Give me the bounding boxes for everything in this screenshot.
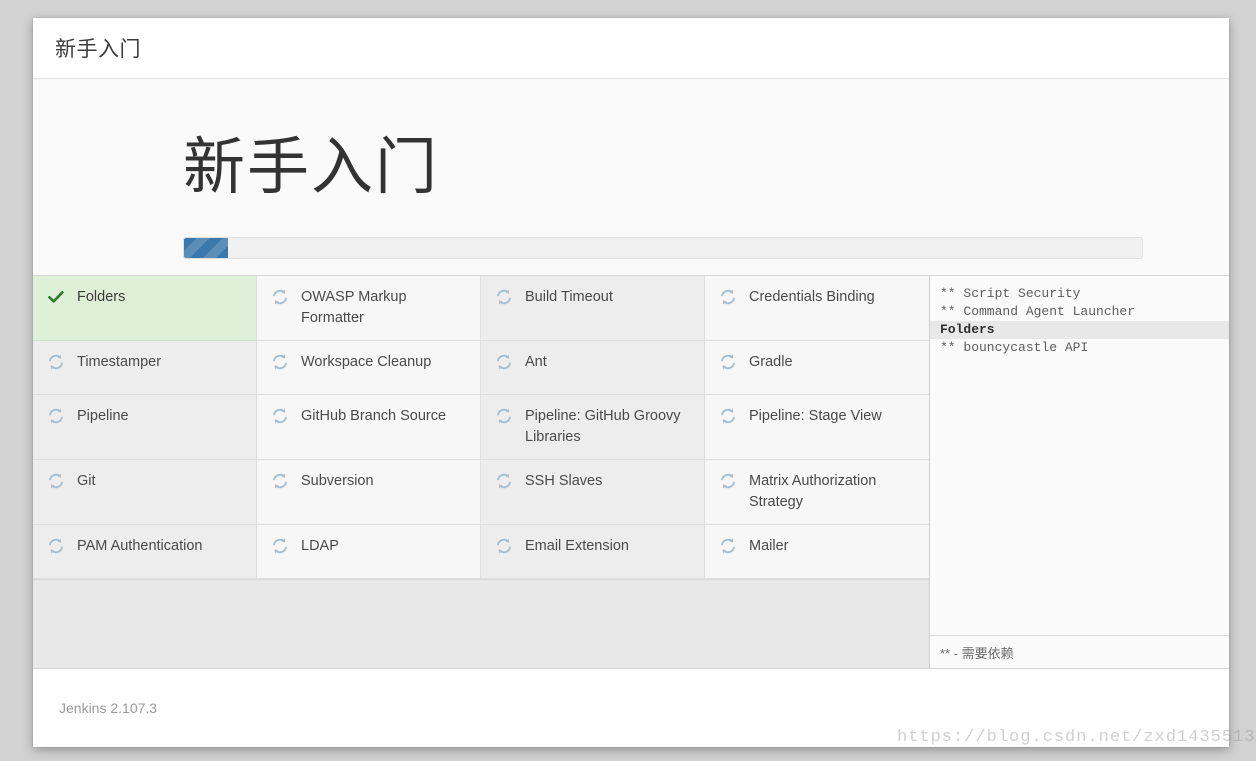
sync-icon xyxy=(719,353,737,371)
plugin-grid: Folders OWASP Markup Formatter Build Timeo… xyxy=(33,276,929,579)
jenkins-version-label: Jenkins 2.107.3 xyxy=(59,700,158,716)
sync-icon xyxy=(271,407,289,425)
plugin-cell: PAM Authentication xyxy=(33,525,257,579)
plugin-cell: Workspace Cleanup xyxy=(257,341,481,395)
plugin-name-label: OWASP Markup Formatter xyxy=(301,289,407,326)
plugin-name-label: Ant xyxy=(525,354,547,370)
sync-icon xyxy=(271,472,289,490)
install-progress-bar xyxy=(183,237,1143,259)
plugin-name-label: Pipeline: GitHub Groovy Libraries xyxy=(525,408,681,445)
plugin-status-panel: Folders OWASP Markup Formatter Build Timeo… xyxy=(33,276,930,668)
plugin-name-label: Gradle xyxy=(749,354,793,370)
plugin-name-label: LDAP xyxy=(301,538,339,554)
log-legend: ** - 需要依赖 xyxy=(930,635,1229,668)
install-log-list: ** Script Security ** Command Agent Launc… xyxy=(930,276,1229,635)
plugin-cell: Email Extension xyxy=(481,525,705,579)
plugin-name-label: GitHub Branch Source xyxy=(301,408,447,424)
plugin-name-label: Folders xyxy=(77,289,126,305)
sync-icon xyxy=(719,537,737,555)
sync-icon xyxy=(495,537,513,555)
sync-icon xyxy=(271,353,289,371)
plugin-cell: Pipeline xyxy=(33,395,257,460)
plugin-cell: Gradle xyxy=(705,341,929,395)
dialog-titlebar: 新手入门 xyxy=(33,18,1229,79)
dialog-footer: Jenkins 2.107.3 xyxy=(33,669,1229,747)
plugin-cell: Matrix Authorization Strategy xyxy=(705,460,929,525)
hero-heading: 新手入门 xyxy=(183,133,440,202)
log-line-current: Folders xyxy=(930,321,1229,339)
screen: 新手入门 新手入门 Folders OWASP Markup Formatter B… xyxy=(0,0,1256,761)
plugin-cell: Pipeline: GitHub Groovy Libraries xyxy=(481,395,705,460)
sync-icon xyxy=(719,472,737,490)
plugin-cell: LDAP xyxy=(257,525,481,579)
log-line: ** bouncycastle API xyxy=(940,340,1089,355)
plugin-cell: Ant xyxy=(481,341,705,395)
hero-section: 新手入门 xyxy=(33,79,1229,276)
page-title: 新手入门 xyxy=(55,38,141,61)
check-icon xyxy=(47,288,65,306)
plugin-cell: GitHub Branch Source xyxy=(257,395,481,460)
plugin-grid-filler xyxy=(33,579,929,668)
plugin-name-label: Pipeline xyxy=(77,408,129,424)
plugin-cell: SSH Slaves xyxy=(481,460,705,525)
install-progress-fill xyxy=(184,238,229,258)
log-line: ** Command Agent Launcher xyxy=(940,304,1136,319)
plugin-name-label: SSH Slaves xyxy=(525,473,603,489)
sync-icon xyxy=(47,353,65,371)
sync-icon xyxy=(719,288,737,306)
sync-icon xyxy=(495,407,513,425)
plugin-cell: Timestamper xyxy=(33,341,257,395)
log-line: ** Script Security xyxy=(940,286,1081,301)
plugin-name-label: Git xyxy=(77,473,96,489)
sync-icon xyxy=(47,537,65,555)
plugin-name-label: Email Extension xyxy=(525,538,629,554)
plugin-cell: Credentials Binding xyxy=(705,276,929,341)
plugin-cell: Folders xyxy=(33,276,257,341)
plugin-cell: Pipeline: Stage View xyxy=(705,395,929,460)
plugin-cell: Build Timeout xyxy=(481,276,705,341)
plugin-name-label: Mailer xyxy=(749,538,789,554)
install-body: Folders OWASP Markup Formatter Build Timeo… xyxy=(33,276,1229,669)
sync-icon xyxy=(495,288,513,306)
plugin-cell: Subversion xyxy=(257,460,481,525)
plugin-cell: Mailer xyxy=(705,525,929,579)
sync-icon xyxy=(47,407,65,425)
sync-icon xyxy=(271,288,289,306)
sync-icon xyxy=(271,537,289,555)
plugin-name-label: Timestamper xyxy=(77,354,162,370)
plugin-cell: Git xyxy=(33,460,257,525)
plugin-name-label: Credentials Binding xyxy=(749,289,875,305)
plugin-name-label: Matrix Authorization Strategy xyxy=(749,473,877,510)
plugin-name-label: Build Timeout xyxy=(525,289,613,305)
sync-icon xyxy=(495,353,513,371)
setup-wizard-dialog: 新手入门 新手入门 Folders OWASP Markup Formatter B… xyxy=(33,18,1229,747)
plugin-name-label: Workspace Cleanup xyxy=(301,354,432,370)
sync-icon xyxy=(47,472,65,490)
plugin-name-label: Subversion xyxy=(301,473,374,489)
install-log-panel: ** Script Security ** Command Agent Launc… xyxy=(930,276,1229,668)
plugin-name-label: Pipeline: Stage View xyxy=(749,408,882,424)
sync-icon xyxy=(719,407,737,425)
plugin-cell: OWASP Markup Formatter xyxy=(257,276,481,341)
plugin-name-label: PAM Authentication xyxy=(77,538,203,554)
sync-icon xyxy=(495,472,513,490)
